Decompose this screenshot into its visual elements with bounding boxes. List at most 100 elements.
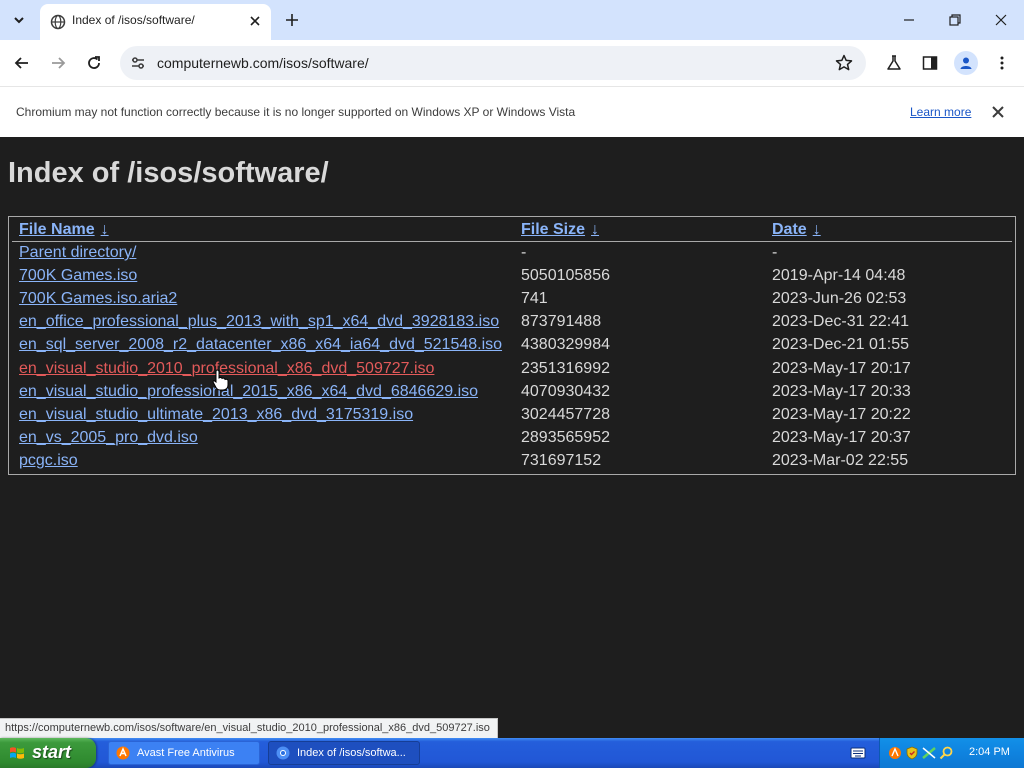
file-link[interactable]: en_sql_server_2008_r2_datacenter_x86_x64… [19, 336, 502, 354]
column-header-file-name[interactable]: File Name ↓ [19, 221, 109, 239]
file-link[interactable]: en_visual_studio_professional_2015_x86_x… [19, 383, 478, 401]
file-date: 2023-May-17 20:17 [772, 360, 911, 377]
file-date: - [772, 244, 778, 261]
file-size: 3024457728 [521, 406, 610, 423]
avast-icon [116, 746, 130, 760]
table-row: en_office_professional_plus_2013_with_sp… [9, 311, 1015, 334]
taskbar: start Avast Free Antivirus Index of /iso… [0, 738, 1024, 768]
table-row: en_visual_studio_ultimate_2013_x86_dvd_3… [9, 404, 1015, 427]
search-icon[interactable] [939, 746, 953, 760]
tune-icon [132, 57, 144, 69]
learn-more-link[interactable]: Learn more [910, 105, 971, 119]
file-size: 4380329984 [521, 336, 610, 353]
column-header-label: File Size [521, 221, 586, 238]
table-row: pcgc.iso 731697152 2023-Mar-02 22:55 [9, 450, 1015, 473]
person-icon [960, 57, 972, 69]
column-header-date[interactable]: Date ↓ [772, 221, 821, 239]
start-label: start [32, 742, 72, 762]
avast-tray-icon[interactable] [888, 746, 902, 760]
minimize-icon [904, 19, 914, 21]
sort-arrow-icon: ↓ [812, 221, 821, 238]
reload-button[interactable] [80, 49, 108, 77]
close-window-button[interactable] [987, 6, 1015, 34]
column-header-label: File Name [19, 221, 95, 238]
sort-arrow-icon: ↓ [591, 221, 600, 238]
column-header-label: Date [772, 221, 807, 238]
profile-avatar[interactable] [954, 51, 978, 75]
chromium-icon [276, 746, 290, 760]
file-size: 741 [521, 290, 548, 307]
side-panel-icon [922, 56, 938, 70]
browser-menu-button[interactable] [990, 51, 1014, 75]
file-link[interactable]: 700K Games.iso [19, 267, 137, 285]
close-icon [250, 16, 260, 26]
tab-search-button[interactable] [7, 8, 31, 32]
file-size: 4070930432 [521, 383, 610, 400]
file-date: 2023-Dec-21 01:55 [772, 336, 909, 353]
close-icon [995, 14, 1007, 26]
file-link[interactable]: en_vs_2005_pro_dvd.iso [19, 429, 198, 447]
address-bar[interactable]: computernewb.com/isos/software/ [120, 46, 866, 80]
new-tab-button[interactable] [280, 8, 304, 32]
security-shield-icon[interactable] [905, 746, 919, 760]
taskbar-item-chromium[interactable]: Index of /isos/softwa... [268, 741, 420, 765]
sort-arrow-icon: ↓ [100, 221, 109, 238]
url-text: computernewb.com/isos/software/ [157, 55, 369, 71]
table-row: en_visual_studio_professional_2015_x86_x… [9, 381, 1015, 404]
file-link[interactable]: en_office_professional_plus_2013_with_sp… [19, 313, 499, 331]
labs-button[interactable] [882, 51, 906, 75]
keyboard-icon[interactable] [850, 746, 866, 760]
file-link[interactable]: en_visual_studio_ultimate_2013_x86_dvd_3… [19, 406, 413, 424]
plus-icon [286, 14, 298, 26]
file-date: 2023-Dec-31 22:41 [772, 313, 909, 330]
taskbar-item-label: Index of /isos/softwa... [297, 747, 406, 759]
file-date: 2023-May-17 20:37 [772, 429, 911, 446]
bookmark-button[interactable] [834, 53, 854, 73]
taskbar-clock: 2:04 PM [969, 746, 1010, 758]
restore-icon [949, 14, 961, 26]
taskbar-item-avast[interactable]: Avast Free Antivirus [108, 741, 260, 765]
file-size: 5050105856 [521, 267, 610, 284]
back-button[interactable] [8, 49, 36, 77]
file-size: 2893565952 [521, 429, 610, 446]
arrow-left-icon [14, 57, 28, 69]
tab-close-button[interactable] [247, 13, 263, 29]
network-icon[interactable] [922, 746, 936, 760]
kebab-menu-icon [1000, 56, 1004, 70]
restore-button[interactable] [941, 6, 969, 34]
table-row: en_sql_server_2008_r2_datacenter_x86_x64… [9, 334, 1015, 357]
file-date: 2023-May-17 20:33 [772, 383, 911, 400]
file-date: 2023-Jun-26 02:53 [772, 290, 907, 307]
file-link[interactable]: Parent directory/ [19, 244, 136, 262]
tab-active[interactable]: Index of /isos/software/ [40, 4, 271, 40]
hand-cursor-icon [212, 369, 229, 391]
infobar-message: Chromium may not function correctly beca… [16, 105, 576, 119]
forward-button[interactable] [44, 49, 72, 77]
file-link[interactable]: 700K Games.iso.aria2 [19, 290, 177, 308]
title-bar: Index of /isos/software/ [0, 0, 1024, 40]
flask-icon [887, 55, 901, 70]
unsupported-os-infobar: Chromium may not function correctly beca… [0, 86, 1024, 137]
tab-title: Index of /isos/software/ [72, 13, 195, 27]
minimize-button[interactable] [895, 6, 923, 34]
file-size: 2351316992 [521, 360, 610, 377]
table-row-hovered: en_visual_studio_2010_professional_x86_d… [9, 358, 1015, 381]
file-link[interactable]: pcgc.iso [19, 452, 78, 470]
infobar-close-icon[interactable] [989, 103, 1007, 121]
star-icon [835, 54, 853, 71]
start-button[interactable]: start [0, 738, 96, 768]
file-date: 2019-Apr-14 04:48 [772, 267, 906, 284]
side-panel-button[interactable] [918, 51, 942, 75]
browser-toolbar: computernewb.com/isos/software/ [0, 40, 1024, 86]
page-heading: Index of /isos/software/ [8, 157, 329, 189]
file-size: 731697152 [521, 452, 602, 469]
column-header-file-size[interactable]: File Size ↓ [521, 221, 599, 239]
reload-icon [88, 56, 100, 69]
file-listing-table: File Name ↓ File Size ↓ Date ↓ Parent direc… [8, 216, 1016, 475]
arrow-right-icon [52, 57, 66, 69]
table-row: en_vs_2005_pro_dvd.iso 2893565952 2023-M… [9, 427, 1015, 450]
file-date: 2023-May-17 20:22 [772, 406, 911, 423]
globe-favicon-icon [50, 14, 66, 30]
table-header-row: File Name ↓ File Size ↓ Date ↓ [12, 217, 1012, 242]
site-info-button[interactable] [128, 53, 148, 73]
